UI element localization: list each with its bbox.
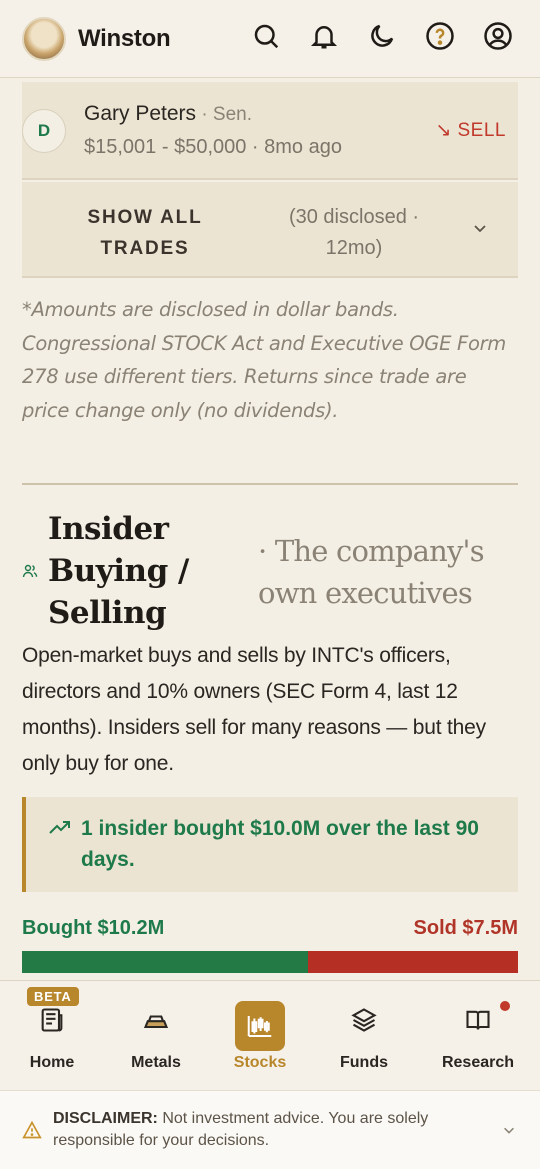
warning-icon (22, 1120, 42, 1139)
callout-text: 1 insider bought $10.0M over the last 90… (81, 817, 479, 871)
show-all-trades-button[interactable]: SHOW ALL TRADES (30 disclosed · 12mo) (22, 182, 518, 278)
layers-icon (349, 1005, 379, 1035)
newspaper-icon (37, 1005, 67, 1035)
show-all-count: (30 disclosed · 12mo) (288, 206, 420, 259)
politician-role: · Sen. (196, 104, 253, 125)
buy-sell-bar (22, 951, 518, 973)
nav-label: Home (29, 1054, 75, 1071)
nav-label: Funds (340, 1054, 388, 1071)
chevron-down-icon (474, 225, 486, 233)
nav-label: Stocks (233, 1054, 287, 1071)
people-icon (22, 564, 38, 578)
nav-metals[interactable]: Metals (106, 981, 206, 1091)
nav-research[interactable]: Research (428, 981, 528, 1091)
party-badge: D (22, 109, 66, 153)
bought-total: Bought $10.2M (22, 917, 165, 939)
bought-bar-segment (22, 951, 308, 973)
sold-total: Sold $7.5M (413, 917, 518, 939)
gold-bars-icon (141, 1005, 171, 1035)
bottom-navigation: BETA Home Metals Stocks Funds Research (0, 980, 540, 1090)
notification-dot (500, 1001, 510, 1011)
show-all-label: SHOW ALL TRADES (87, 207, 203, 259)
disclaimer-text: DISCLAIMER: Not investment advice. You a… (53, 1108, 483, 1152)
nav-label: Research (441, 1054, 515, 1071)
disclosure-note: *Amounts are disclosed in dollar bands. … (22, 298, 506, 422)
search-icon[interactable] (250, 20, 282, 52)
avatar[interactable] (22, 16, 66, 61)
nav-label: Metals (131, 1054, 181, 1071)
section-subtitle: · The company's own executives (258, 534, 485, 610)
nav-stocks[interactable]: Stocks (210, 981, 310, 1091)
account-icon[interactable] (482, 20, 514, 52)
trade-action: ↘ SELL (435, 120, 506, 141)
book-icon (463, 1005, 493, 1035)
nav-funds[interactable]: Funds (314, 981, 414, 1091)
brand-title: Winston (78, 24, 171, 52)
help-icon[interactable] (424, 20, 456, 52)
nav-home[interactable]: Home (2, 981, 102, 1091)
section-description: Open-market buys and sells by INTC's off… (22, 644, 486, 775)
moon-icon[interactable] (366, 20, 398, 52)
disclaimer-bar[interactable]: DISCLAIMER: Not investment advice. You a… (0, 1090, 540, 1169)
section-divider (22, 483, 518, 485)
trade-politician: Gary Peters · Sen. (84, 102, 252, 126)
politician-name: Gary Peters (84, 102, 197, 125)
section-title: Insider Buying / Selling (48, 511, 189, 631)
disclaimer-label: DISCLAIMER: (53, 1110, 158, 1127)
chevron-down-icon[interactable] (502, 1123, 516, 1137)
trending-up-icon (49, 821, 70, 834)
header-actions (250, 20, 514, 52)
sold-bar-segment (307, 951, 518, 973)
insider-callout: 1 insider bought $10.0M over the last 90… (22, 797, 518, 892)
app-header: Winston (0, 0, 540, 78)
trade-row[interactable]: D Gary Peters · Sen. $15,001 - $50,000 ·… (22, 82, 518, 180)
bell-icon[interactable] (308, 20, 340, 52)
trade-amount: $15,001 - $50,000 · 8mo ago (84, 136, 342, 158)
candlestick-icon (235, 1001, 285, 1051)
